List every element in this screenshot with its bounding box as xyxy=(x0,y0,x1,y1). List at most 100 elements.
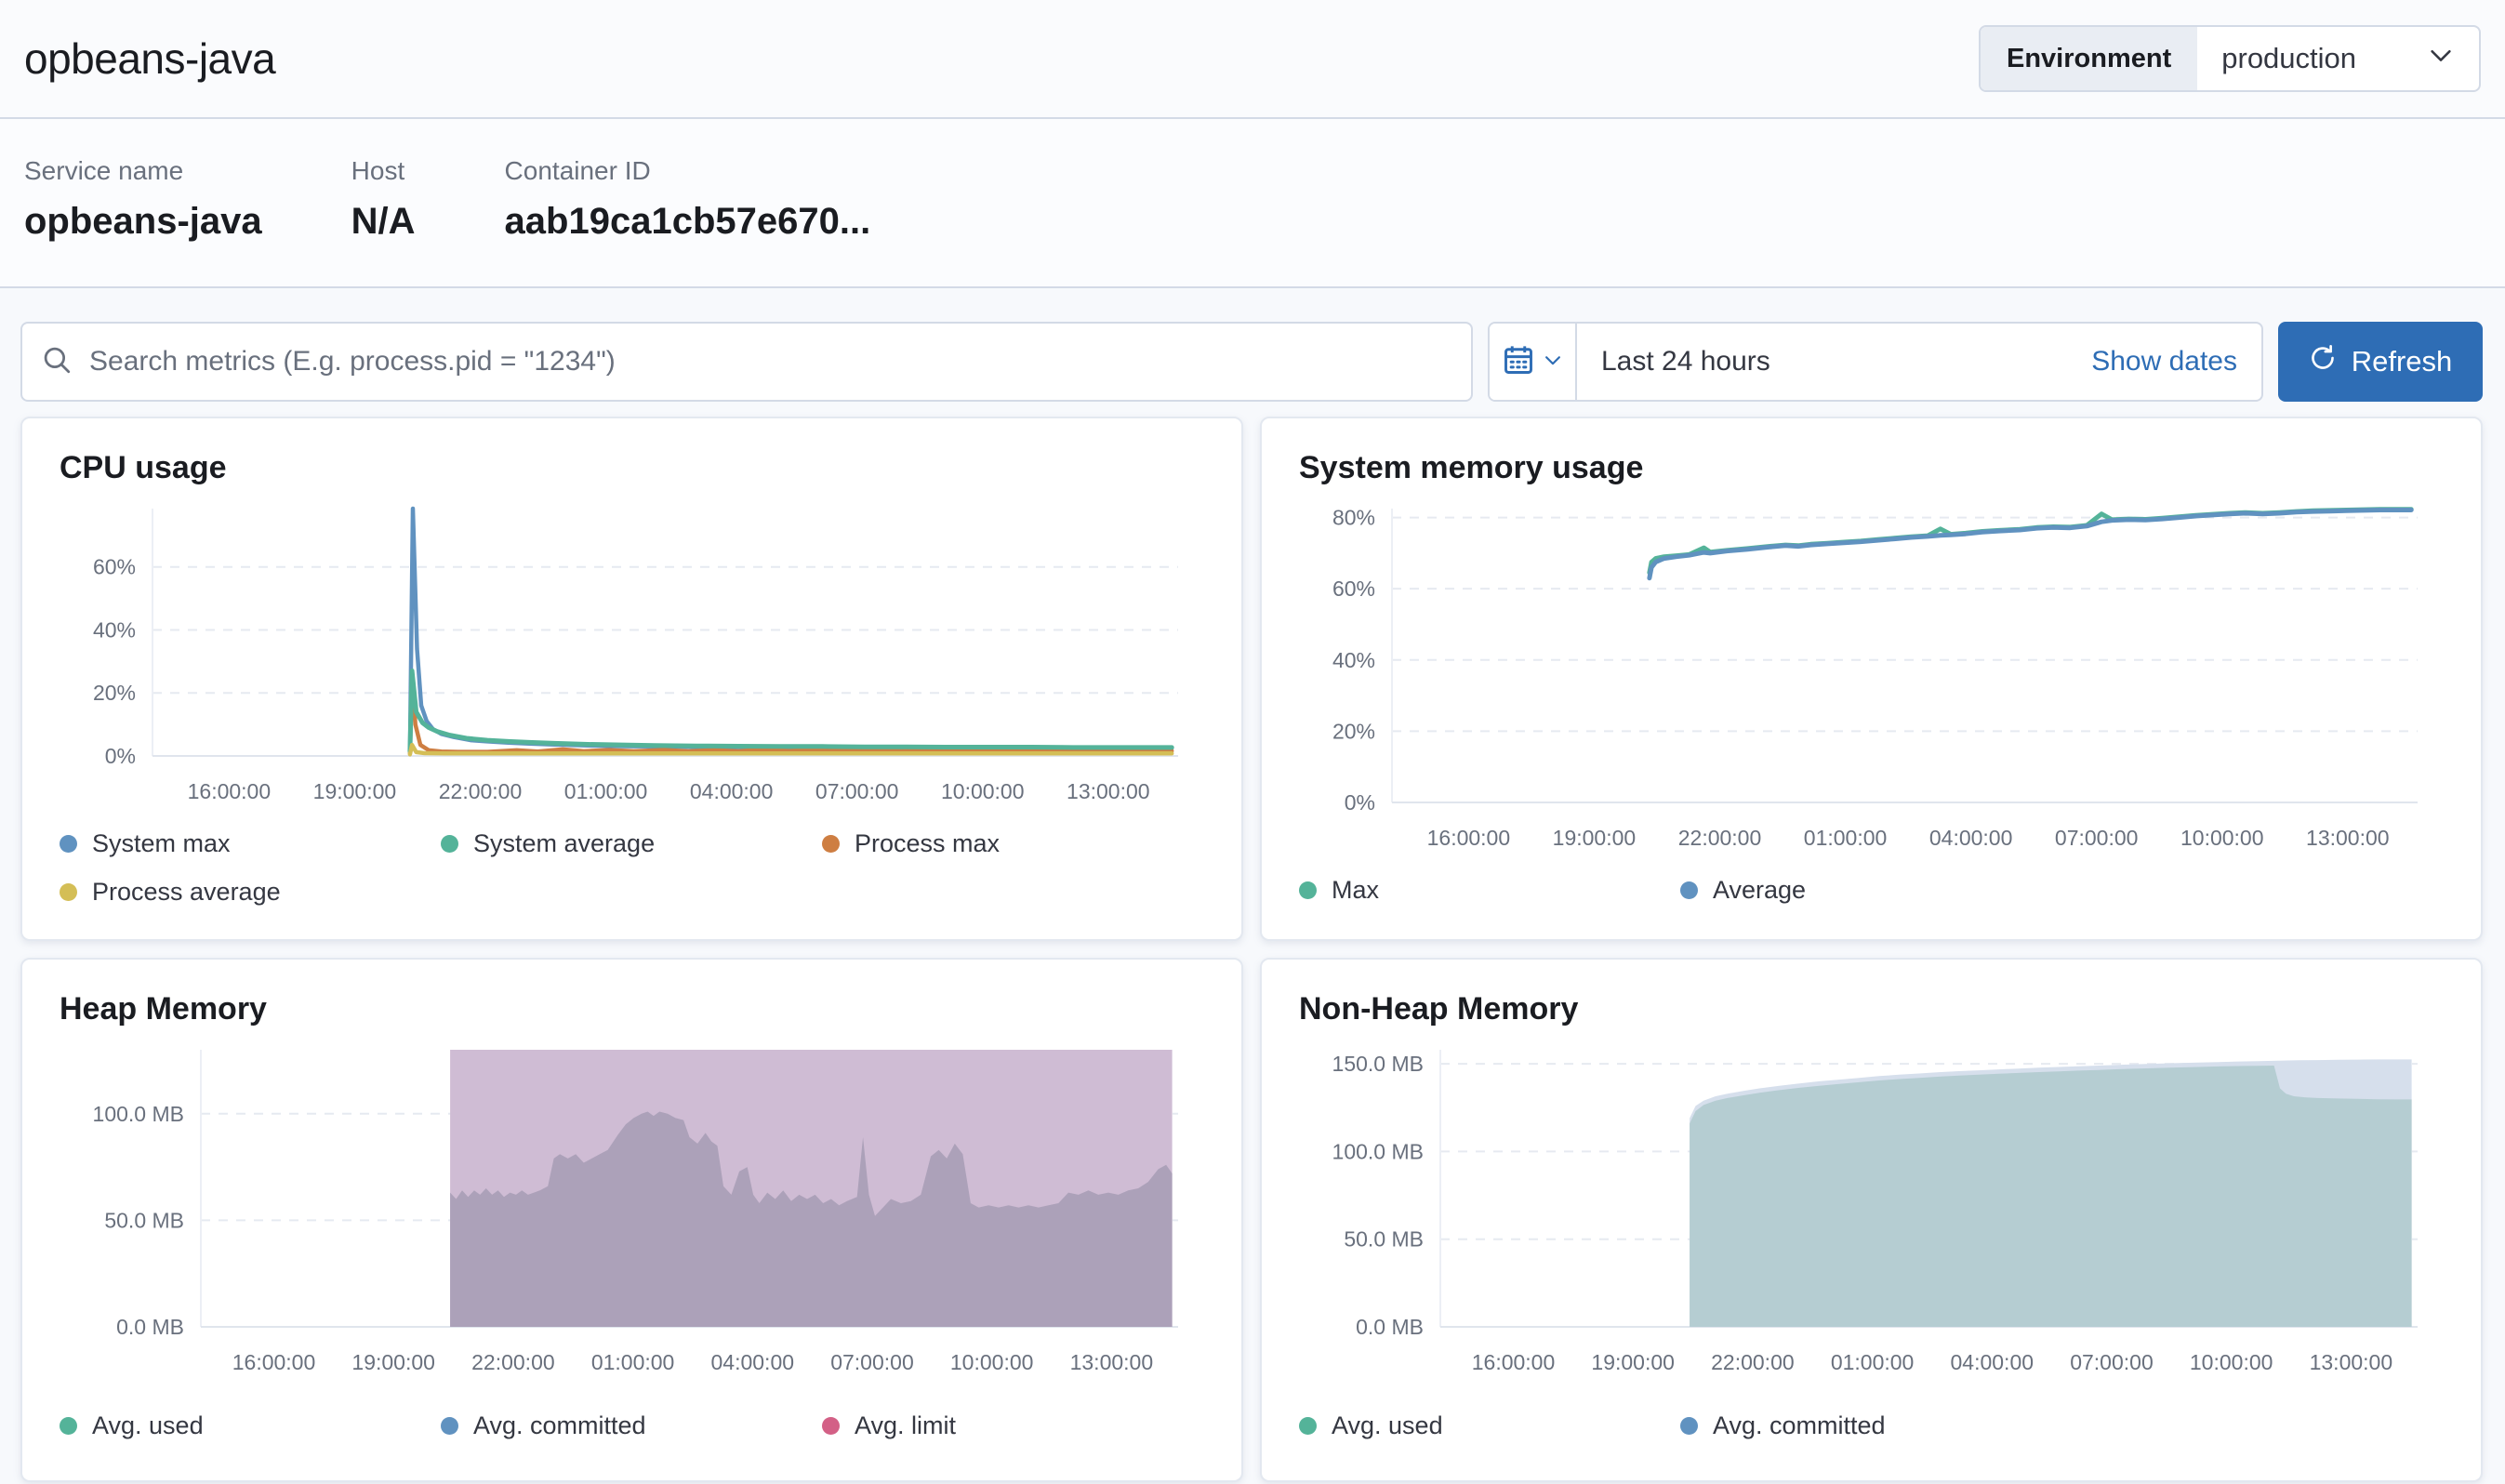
x-tick-label: 07:00:00 xyxy=(830,1350,914,1374)
page-title: opbeans-java xyxy=(24,33,275,84)
legend-item-system-max[interactable]: System max xyxy=(60,819,441,868)
legend-item-avg-limit[interactable]: Avg. limit xyxy=(822,1401,1203,1450)
legend-item-process-average[interactable]: Process average xyxy=(60,868,441,916)
x-tick-label: 22:00:00 xyxy=(1711,1350,1795,1374)
y-tick-label: 60% xyxy=(1332,576,1375,601)
calendar-icon xyxy=(1502,343,1535,381)
meta-label: Container ID xyxy=(505,156,871,186)
legend-item-avg-committed[interactable]: Avg. committed xyxy=(441,1401,822,1450)
date-range-display[interactable]: Last 24 hours Show dates xyxy=(1577,324,2261,400)
legend-item-system-average[interactable]: System average xyxy=(441,819,822,868)
legend-item-average[interactable]: Average xyxy=(1680,866,2061,914)
x-tick-label: 01:00:00 xyxy=(591,1350,675,1374)
series-average xyxy=(1650,510,2411,578)
non-heap-memory-chart: 0.0 MB50.0 MB100.0 MB150.0 MB16:00:0019:… xyxy=(1299,1037,2444,1381)
x-tick-label: 07:00:00 xyxy=(2070,1350,2154,1374)
x-tick-label: 07:00:00 xyxy=(815,779,899,803)
legend-label: Process average xyxy=(92,878,281,907)
x-tick-label: 22:00:00 xyxy=(1678,826,1762,850)
refresh-button[interactable]: Refresh xyxy=(2278,322,2483,402)
legend-dot xyxy=(60,883,77,901)
heap-memory-card: Heap Memory 0.0 MB 50.0 MB 100.0 MB 16:00:0… xyxy=(20,958,1243,1482)
service-meta-bar: Service name opbeans-java Host N/A Conta… xyxy=(0,119,2505,288)
chart-title: Heap Memory xyxy=(60,991,1204,1027)
legend-item-avg-used[interactable]: Avg. used xyxy=(1299,1401,1680,1450)
chevron-down-icon xyxy=(1543,350,1563,375)
legend-label: Avg. committed xyxy=(1713,1411,1886,1440)
y-tick-label: 0.0 MB xyxy=(116,1315,184,1339)
legend-label: Avg. committed xyxy=(473,1411,646,1440)
meta-container-id: Container ID aab19ca1cb57e670... xyxy=(505,156,871,286)
legend-dot xyxy=(822,835,840,853)
x-tick-label: 01:00:00 xyxy=(1831,1350,1915,1374)
legend-item-avg-used[interactable]: Avg. used xyxy=(60,1401,441,1450)
cpu-usage-chart: 0%20%40%60%16:00:0019:00:0022:00:0001:00… xyxy=(60,496,1204,810)
legend-label: System max xyxy=(92,829,231,858)
system-memory-legend: Max Average xyxy=(1299,866,2444,914)
x-tick-label: 07:00:00 xyxy=(2055,826,2139,850)
legend-dot xyxy=(1680,881,1698,899)
legend-dot xyxy=(1680,1417,1698,1435)
x-tick-label: 04:00:00 xyxy=(690,779,774,803)
x-tick-label: 16:00:00 xyxy=(232,1350,316,1374)
y-tick-label: 40% xyxy=(93,617,136,642)
y-tick-label: 80% xyxy=(1332,506,1375,530)
refresh-label: Refresh xyxy=(2352,345,2453,378)
environment-select[interactable]: production xyxy=(2197,27,2479,90)
x-tick-label: 22:00:00 xyxy=(471,1350,555,1374)
x-tick-label: 13:00:00 xyxy=(1070,1350,1154,1374)
refresh-icon xyxy=(2309,344,2337,379)
legend-dot xyxy=(441,835,458,853)
heap-memory-legend: Avg. used Avg. committed Avg. limit xyxy=(60,1401,1204,1450)
legend-dot xyxy=(822,1417,840,1435)
y-tick-label: 0% xyxy=(105,744,136,768)
y-tick-label: 50.0 MB xyxy=(104,1208,184,1232)
heap-memory-chart: 0.0 MB50.0 MB100.0 MB16:00:0019:00:0022:… xyxy=(60,1037,1204,1381)
x-tick-label: 01:00:00 xyxy=(564,779,648,803)
y-tick-label: 40% xyxy=(1332,648,1375,672)
x-tick-label: 10:00:00 xyxy=(950,1350,1034,1374)
environment-label: Environment xyxy=(1981,27,2197,90)
series-avg-used xyxy=(1690,1066,2412,1327)
chart-title: System memory usage xyxy=(1299,450,2444,486)
legend-item-max[interactable]: Max xyxy=(1299,866,1680,914)
legend-dot xyxy=(441,1417,458,1435)
search-icon xyxy=(41,344,73,380)
x-tick-label: 10:00:00 xyxy=(2190,1350,2273,1374)
legend-item-process-max[interactable]: Process max xyxy=(822,819,1203,868)
x-tick-label: 16:00:00 xyxy=(1472,1350,1556,1374)
y-tick-label: 150.0 MB xyxy=(1332,1052,1424,1076)
x-tick-label: 10:00:00 xyxy=(941,779,1025,803)
non-heap-memory-card: Non-Heap Memory 0.0 MB50.0 MB100.0 MB150… xyxy=(1260,958,2483,1482)
x-tick-label: 22:00:00 xyxy=(439,779,523,803)
search-input[interactable] xyxy=(87,345,1452,378)
legend-label: System average xyxy=(473,829,655,858)
x-tick-label: 10:00:00 xyxy=(2180,826,2264,850)
meta-value: N/A xyxy=(351,201,416,243)
meta-value: opbeans-java xyxy=(24,201,262,243)
x-tick-label: 13:00:00 xyxy=(2310,1350,2393,1374)
system-memory-card: System memory usage 0%20%40%60%80%16:00:… xyxy=(1260,417,2483,941)
legend-dot xyxy=(60,1417,77,1435)
x-tick-label: 19:00:00 xyxy=(1553,826,1637,850)
cpu-usage-legend: System max System average Process max Proce… xyxy=(60,819,1204,916)
show-dates-link[interactable]: Show dates xyxy=(2091,346,2237,378)
meta-label: Service name xyxy=(24,156,262,186)
chart-title: Non-Heap Memory xyxy=(1299,991,2444,1027)
x-tick-label: 04:00:00 xyxy=(1951,1350,2034,1374)
non-heap-memory-legend: Avg. used Avg. committed xyxy=(1299,1401,2444,1450)
legend-item-avg-committed[interactable]: Avg. committed xyxy=(1680,1401,2061,1450)
y-tick-label: 60% xyxy=(93,555,136,579)
meta-service-name: Service name opbeans-java xyxy=(24,156,262,286)
quick-select-button[interactable] xyxy=(1490,324,1577,400)
meta-label: Host xyxy=(351,156,416,186)
y-tick-label: 20% xyxy=(1332,719,1375,743)
y-tick-label: 20% xyxy=(93,681,136,705)
y-tick-label: 100.0 MB xyxy=(93,1102,184,1126)
x-tick-label: 16:00:00 xyxy=(188,779,272,803)
legend-label: Max xyxy=(1332,876,1379,905)
legend-label: Process max xyxy=(855,829,1000,858)
chevron-down-icon xyxy=(2427,41,2455,76)
chart-title: CPU usage xyxy=(60,450,1204,486)
date-range-value: Last 24 hours xyxy=(1601,346,1770,378)
